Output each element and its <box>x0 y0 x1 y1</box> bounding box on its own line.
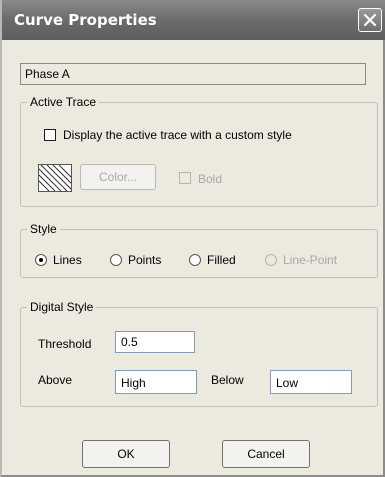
curve-name-field[interactable]: Phase A <box>20 63 366 85</box>
style-radio-lines[interactable] <box>35 254 47 266</box>
above-label: Above <box>38 373 73 387</box>
style-label-filled: Filled <box>207 253 236 267</box>
threshold-label: Threshold <box>38 337 92 351</box>
color-button[interactable]: Color... <box>80 164 156 190</box>
style-label-points: Points <box>128 253 162 267</box>
style-group: Style <box>20 222 378 278</box>
close-icon <box>363 13 377 27</box>
bold-label: Bold <box>198 172 223 186</box>
style-legend: Style <box>30 222 57 236</box>
ok-button[interactable]: OK <box>82 440 170 468</box>
close-button[interactable] <box>358 8 382 32</box>
below-input[interactable]: Low <box>270 370 352 394</box>
title-bar[interactable]: Curve Properties <box>2 0 385 40</box>
window-title: Curve Properties <box>14 11 157 29</box>
bold-checkbox[interactable] <box>179 172 191 184</box>
style-label-lines: Lines <box>53 253 82 267</box>
hatch-pattern-icon <box>39 165 71 191</box>
digital-style-legend: Digital Style <box>30 300 94 314</box>
active-trace-group: Active Trace <box>20 95 378 207</box>
style-label-line-point: Line-Point <box>283 253 338 267</box>
cancel-button[interactable]: Cancel <box>222 440 310 468</box>
style-radio-filled[interactable] <box>189 254 201 266</box>
threshold-input[interactable]: 0.5 <box>115 331 195 353</box>
custom-style-checkbox[interactable] <box>44 129 56 141</box>
style-radio-points[interactable] <box>110 254 122 266</box>
custom-style-label: Display the active trace with a custom s… <box>63 128 292 142</box>
curve-properties-dialog: Curve Properties Phase A Active Trace Di… <box>0 0 385 477</box>
trace-swatch <box>38 164 72 192</box>
below-label: Below <box>211 373 244 387</box>
above-input[interactable]: High <box>115 370 197 394</box>
style-radio-line-point[interactable] <box>265 254 277 266</box>
active-trace-legend: Active Trace <box>30 95 97 109</box>
